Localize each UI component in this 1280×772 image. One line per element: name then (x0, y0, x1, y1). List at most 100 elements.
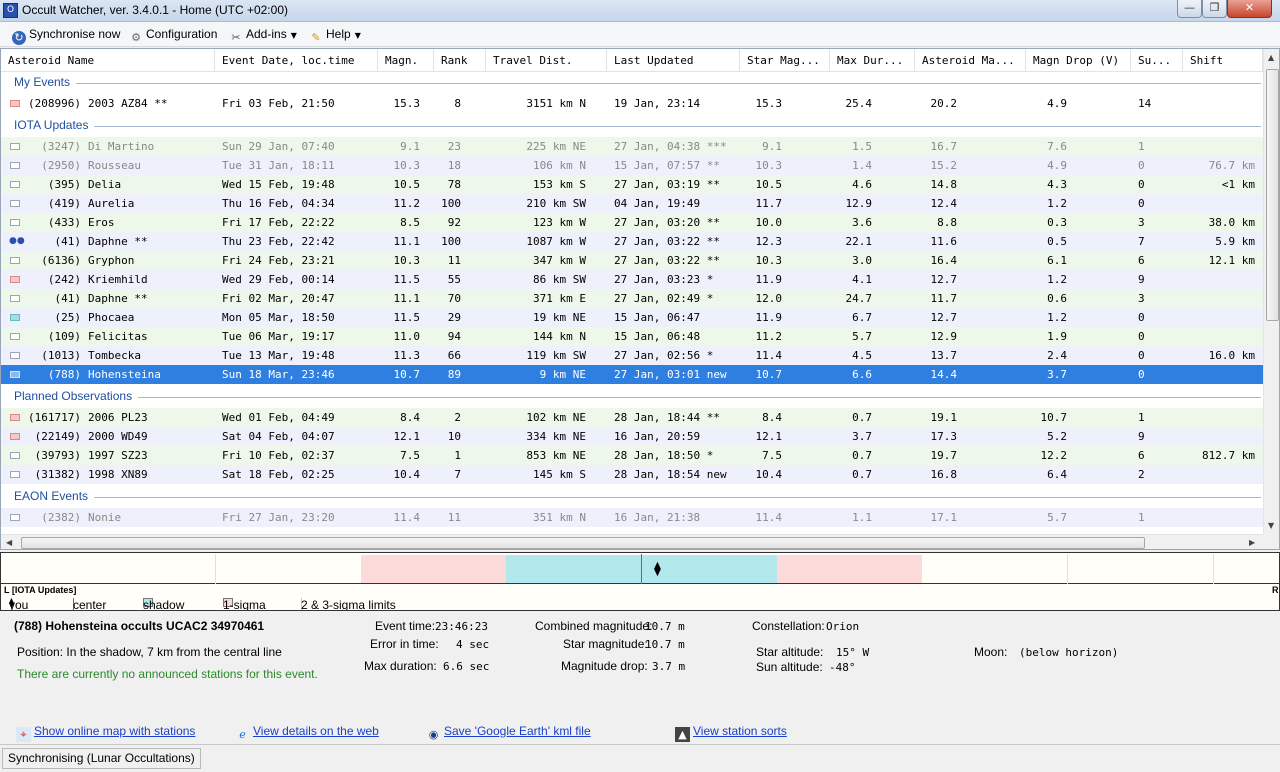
cell-updated: 15 Jan, 06:48 (614, 330, 701, 343)
col-magn-drop-header[interactable]: Magn Drop (V) (1026, 49, 1131, 72)
cell-updated: 27 Jan, 03:01 new (614, 368, 727, 381)
asteroid-number: (208996) (28, 97, 81, 110)
maximize-button[interactable]: ❐ (1202, 0, 1227, 18)
table-row[interactable]: (22149) 2000 WD49 Sat 04 Feb, 04:07 12.1 10 3… (1, 427, 1263, 446)
cell-su: 6 (1138, 254, 1145, 267)
table-row[interactable]: (41) Daphne ** Fri 02 Mar, 20:47 11.1 70 371 … (1, 289, 1263, 308)
cell-updated: 15 Jan, 07:57 ** (614, 159, 720, 172)
cell-starmag: 9.1 (762, 140, 782, 153)
col-su-header[interactable]: Su... (1131, 49, 1183, 72)
cell-astmag: 17.1 (930, 511, 958, 524)
status-text: Synchronising (Lunar Occultations) (2, 748, 201, 769)
col-asteroid-mag-header[interactable]: Asteroid Ma... (915, 49, 1026, 72)
chevron-down-icon: ▼ (354, 31, 361, 40)
cell-maxdur: 25.4 (845, 97, 873, 110)
col-max-dur-header[interactable]: Max Dur... (830, 49, 915, 72)
horizontal-scroll-thumb[interactable] (21, 537, 1145, 549)
cell-shift (1183, 289, 1255, 308)
cell-drop: 5.7 (1047, 511, 1067, 524)
group-eaon-events[interactable]: EAON Events (1, 486, 1263, 508)
cell-dist: 371 km E (533, 292, 586, 305)
col-rank-header[interactable]: Rank (434, 49, 486, 72)
synchronise-now-label: Synchronise now (29, 27, 121, 41)
chevron-down-icon: ▼ (290, 31, 297, 40)
cell-name: (395) Delia (1, 175, 215, 194)
table-row[interactable]: (31382) 1998 XN89 Sat 18 Feb, 02:25 10.4 7 14… (1, 465, 1263, 484)
group-planned-observations[interactable]: Planned Observations (1, 386, 1263, 408)
scroll-left-icon[interactable]: ◀ (6, 538, 12, 547)
cell-date: Mon 05 Mar, 18:50 (222, 311, 335, 324)
table-row[interactable]: (208996) 2003 AZ84 ** Fri 03 Feb, 21:50 15.… (1, 94, 1263, 113)
scroll-down-icon[interactable]: ▼ (1268, 521, 1274, 530)
close-button[interactable]: ✕ (1227, 0, 1272, 18)
table-row[interactable]: (395) Delia Wed 15 Feb, 19:48 10.5 78 153 km … (1, 175, 1263, 194)
group-iota-updates[interactable]: IOTA Updates (1, 115, 1263, 137)
table-row[interactable]: (161717) 2006 PL23 Wed 01 Feb, 04:49 8.4 2 10… (1, 408, 1263, 427)
vertical-scroll-thumb[interactable] (1266, 69, 1279, 321)
table-row[interactable]: (6136) Gryphon Fri 24 Feb, 23:21 10.3 11 347 … (1, 251, 1263, 270)
cell-magn: 10.7 (393, 368, 421, 381)
cell-su: 0 (1138, 368, 1145, 381)
cell-name: (208996) 2003 AZ84 ** (1, 94, 215, 113)
table-row[interactable]: (25) Phocaea Mon 05 Mar, 18:50 11.5 29 19 km … (1, 308, 1263, 327)
asteroid-number: (25) (54, 311, 82, 324)
save-kml-link[interactable]: ◉ Save 'Google Earth' kml file (426, 724, 591, 742)
col-star-mag-header[interactable]: Star Mag... (740, 49, 830, 72)
star-magnitude-value: 10.7 m (645, 638, 685, 651)
col-event-date-header[interactable]: Event Date, loc.time (215, 49, 378, 72)
table-row[interactable]: (433) Eros Fri 17 Feb, 22:22 8.5 92 123 km W 2… (1, 213, 1263, 232)
help-menu[interactable]: ✎ Help ▼ (309, 26, 361, 44)
table-row-selected[interactable]: (788) Hohensteina Sun 18 Mar, 23:46 10.7 89 9… (1, 365, 1263, 384)
cell-su: 0 (1138, 311, 1145, 324)
horizontal-scrollbar[interactable]: ◀ ▶ (1, 534, 1263, 549)
table-row[interactable]: ●● (41) Daphne ** Thu 23 Feb, 22:42 11.1 100 1… (1, 232, 1263, 251)
table-row[interactable]: (2950) Rousseau Tue 31 Jan, 18:11 10.3 18 106… (1, 156, 1263, 175)
table-row[interactable]: (419) Aurelia Thu 16 Feb, 04:34 11.2 100 210 … (1, 194, 1263, 213)
scroll-right-icon[interactable]: ▶ (1249, 538, 1255, 547)
show-map-link[interactable]: ⌖ Show online map with stations (16, 724, 195, 742)
cell-dist: 153 km S (533, 178, 586, 191)
status-bar: Synchronising (Lunar Occultations) (0, 744, 1280, 772)
cell-astmag: 11.7 (930, 292, 958, 305)
view-web-link[interactable]: ℯ View details on the web (235, 724, 379, 742)
col-travel-dist-header[interactable]: Travel Dist. (486, 49, 607, 72)
station-sorts-link[interactable]: ▲ View station sorts (675, 724, 787, 742)
group-my-events[interactable]: My Events (1, 72, 1263, 94)
table-row[interactable]: (39793) 1997 SZ23 Fri 10 Feb, 02:37 7.5 1 853… (1, 446, 1263, 465)
cell-astmag: 19.1 (930, 411, 958, 424)
cell-su: 9 (1138, 273, 1145, 286)
col-asteroid-name-header[interactable]: Asteroid Name (1, 49, 215, 72)
table-row[interactable]: (242) Kriemhild Wed 29 Feb, 00:14 11.5 55 86 … (1, 270, 1263, 289)
table-row[interactable]: (1013) Tombecka Tue 13 Mar, 19:48 11.3 66 119… (1, 346, 1263, 365)
cell-astmag: 11.6 (930, 235, 958, 248)
col-last-updated-header[interactable]: Last Updated (607, 49, 740, 72)
group-divider (14, 83, 1261, 84)
asteroid-name: Gryphon (88, 254, 135, 267)
cell-updated: 27 Jan, 02:56 * (614, 349, 714, 362)
table-row[interactable]: (109) Felicitas Tue 06 Mar, 19:17 11.0 94 144… (1, 327, 1263, 346)
col-magn-header[interactable]: Magn. (378, 49, 434, 72)
cell-dist: 145 km S (533, 468, 586, 481)
scroll-up-icon[interactable]: ▲ (1268, 53, 1274, 62)
cell-maxdur: 22.1 (845, 235, 873, 248)
cell-magn: 10.4 (393, 468, 421, 481)
cell-drop: 1.2 (1047, 273, 1067, 286)
table-row[interactable]: (3247) Di Martino Sun 29 Jan, 07:40 9.1 23 22… (1, 137, 1263, 156)
synchronise-now-button[interactable]: ↻ Synchronise now (12, 26, 121, 45)
sigma1-region-right (777, 555, 922, 583)
show-map-link-label: Show online map with stations (34, 724, 196, 738)
window-title: Occult Watcher, ver. 3.4.0.1 - Home (UTC… (22, 3, 288, 17)
minimize-button[interactable]: — (1177, 0, 1202, 18)
cell-shift (1183, 327, 1255, 346)
cell-shift (1183, 508, 1255, 527)
col-shift-header[interactable]: Shift (1183, 49, 1263, 72)
vertical-scrollbar[interactable]: ▲ ▼ (1263, 49, 1279, 534)
table-row[interactable]: (2382) Nonie Fri 27 Jan, 23:20 11.4 11 351 km… (1, 508, 1263, 527)
configuration-button[interactable]: ⚙ Configuration (129, 26, 217, 44)
group-divider (14, 397, 1261, 398)
max-duration-label: Max duration: (364, 659, 437, 673)
add-ins-menu[interactable]: ✂ Add-ins ▼ (229, 26, 297, 44)
constellation-value: Orion (826, 620, 860, 633)
grid-rows: My Events (208996) 2003 AZ84 ** Fri 03 Feb,… (1, 72, 1263, 534)
cell-su: 0 (1138, 159, 1145, 172)
